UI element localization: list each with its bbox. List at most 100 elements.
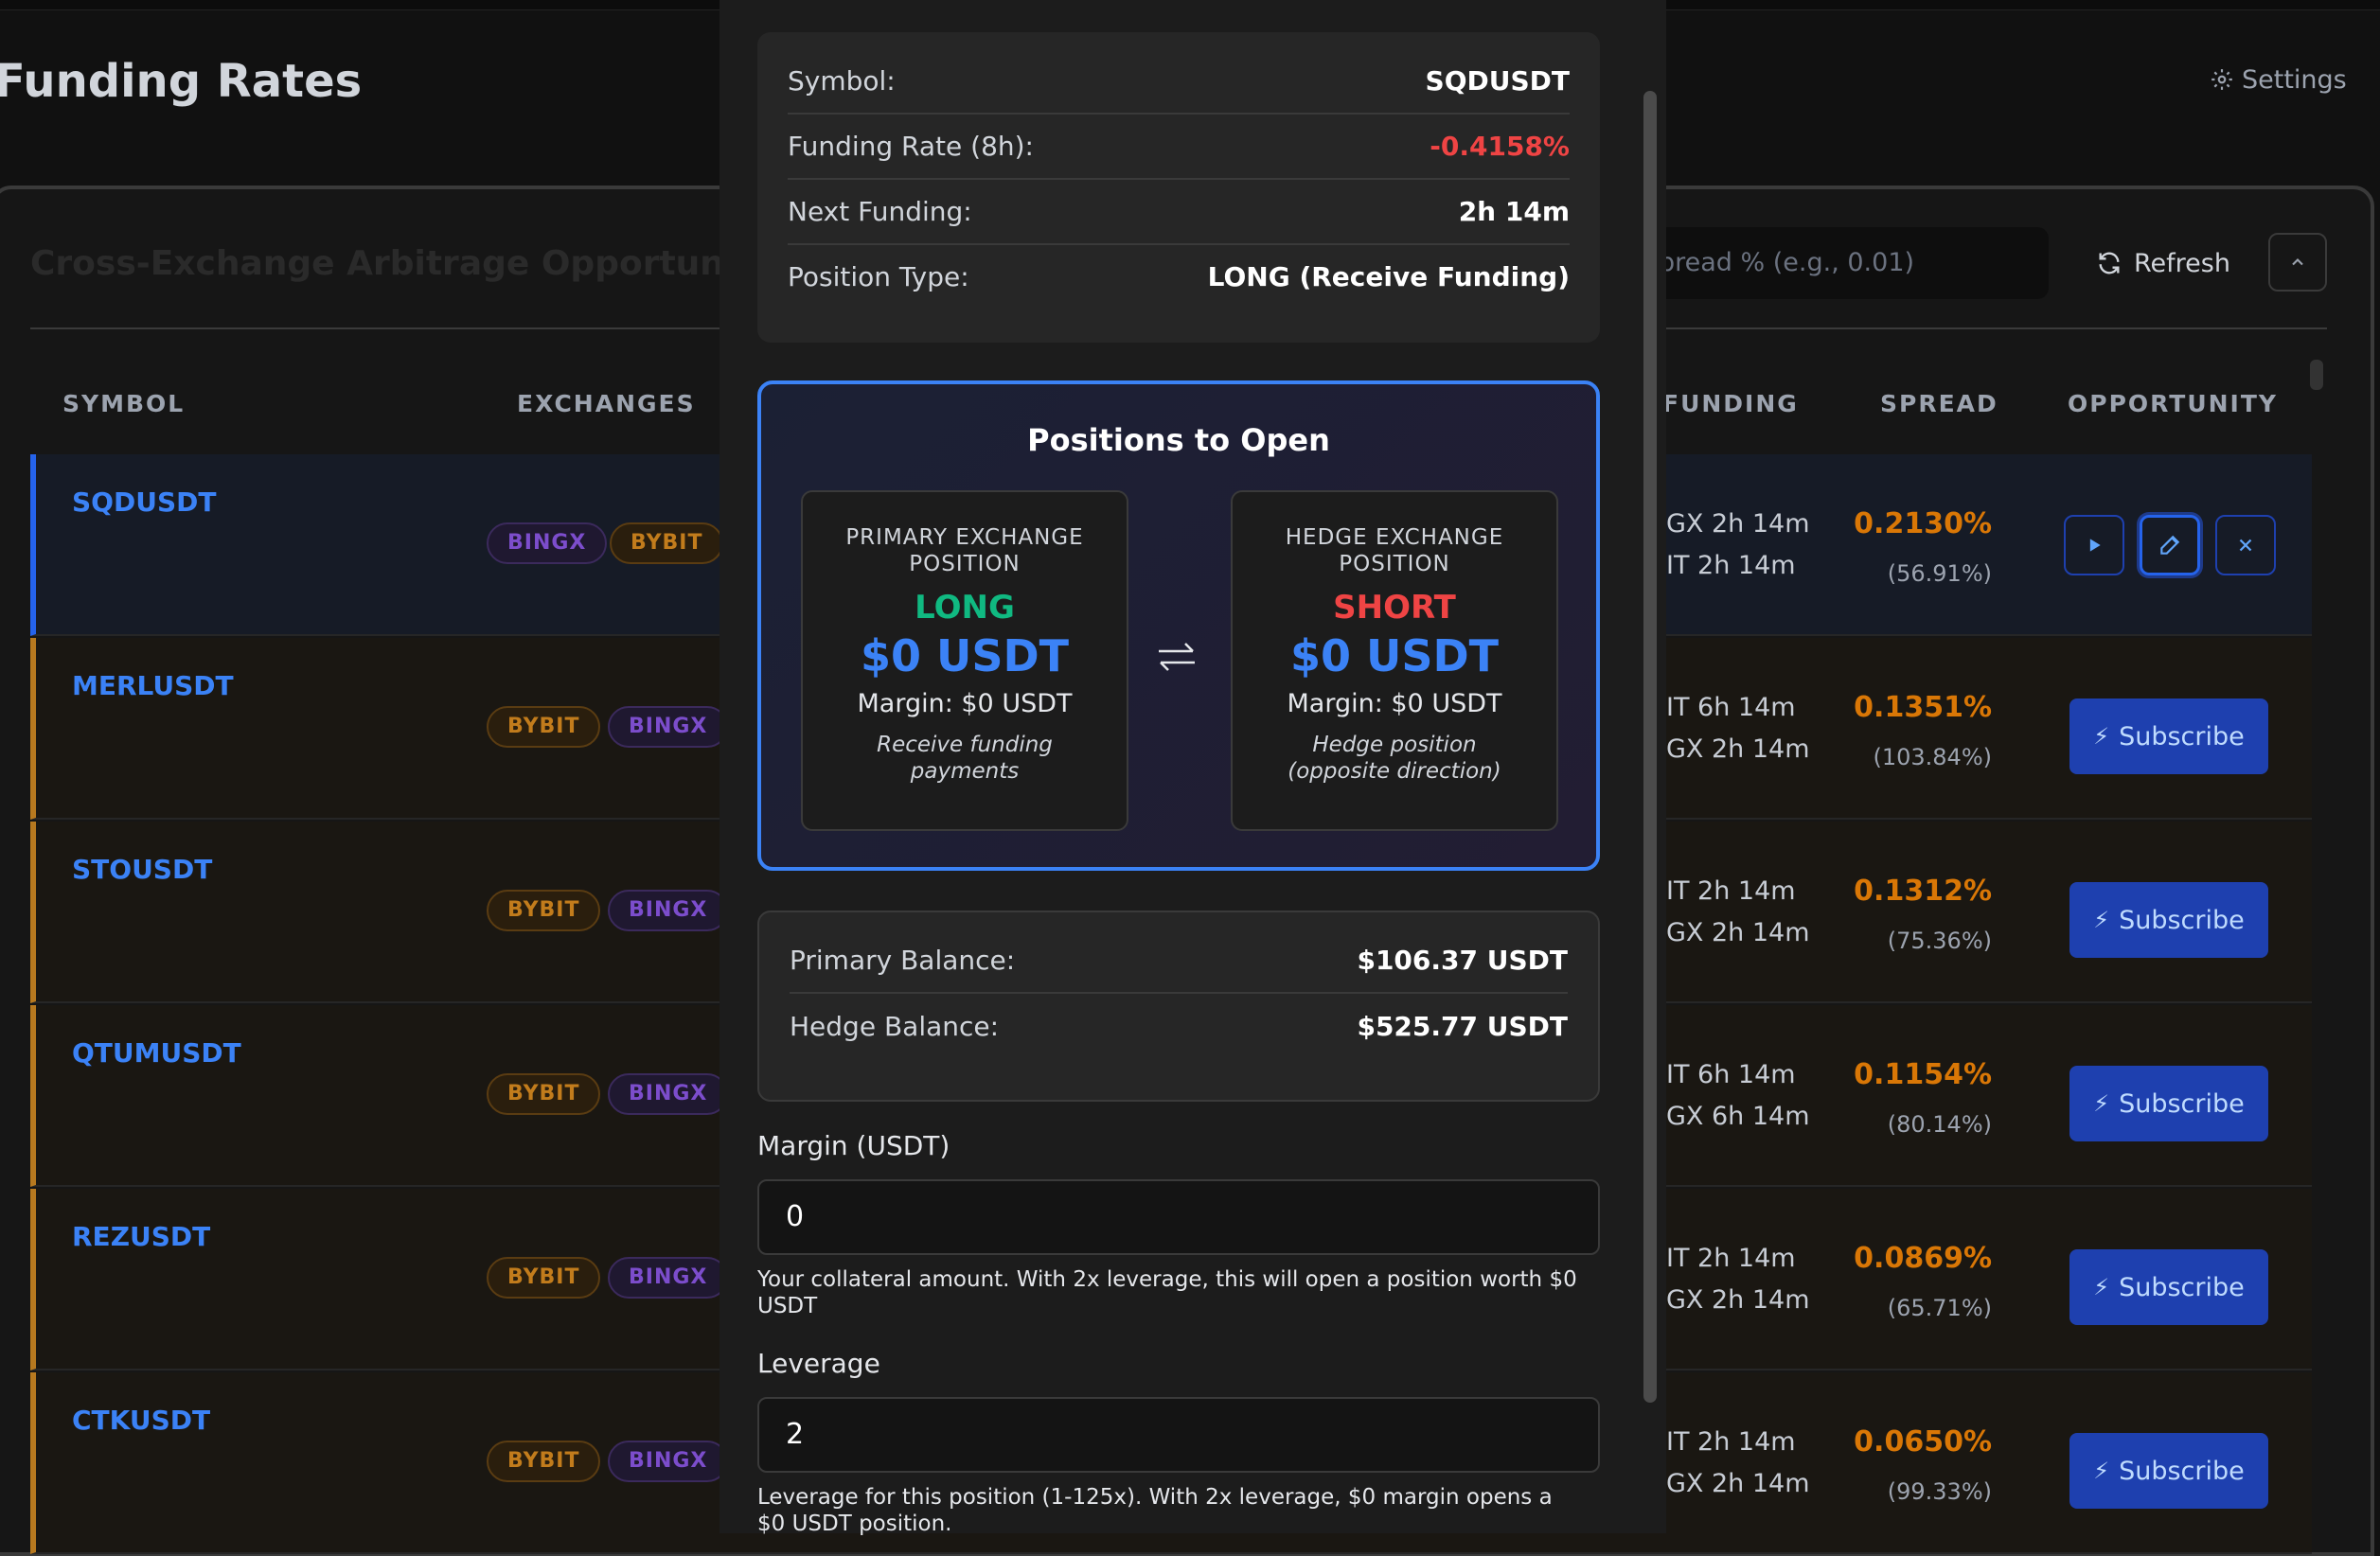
bolt-icon: ⚡ — [2093, 1458, 2110, 1484]
info-row-funding-rate: Funding Rate (8h): -0.4158% — [788, 115, 1570, 180]
info-row-symbol: Symbol: SQDUSDT — [788, 49, 1570, 115]
info-label: Position Type: — [788, 261, 969, 292]
column-funding[interactable]: FUNDING — [1662, 390, 1799, 417]
unsubscribe-button[interactable] — [2215, 515, 2276, 575]
margin-input[interactable]: 0 — [757, 1179, 1600, 1255]
subscribe-label: Subscribe — [2119, 1088, 2245, 1119]
info-label: Funding Rate (8h): — [788, 131, 1034, 162]
balance-row-hedge: Hedge Balance: $525.77 USDT — [790, 994, 1568, 1058]
subscribe-button[interactable]: ⚡ Subscribe — [2069, 1066, 2268, 1141]
subscribe-label: Subscribe — [2119, 905, 2245, 935]
leverage-input[interactable]: 2 — [757, 1397, 1600, 1473]
panel-title: Cross-Exchange Arbitrage Opportunities — [30, 244, 808, 283]
balance-label: Primary Balance: — [790, 944, 1016, 976]
start-button[interactable] — [2064, 515, 2124, 575]
spread-value: 0.1312% — [1854, 875, 1992, 908]
table-scrollbar[interactable] — [2310, 360, 2323, 390]
hedge-margin: Margin: $0 USDT — [1287, 689, 1502, 718]
spread-filter-input[interactable]: pread % (e.g., 0.01) — [1647, 227, 2049, 299]
column-spread[interactable]: SPREAD — [1880, 390, 1998, 417]
exchange-badge: BYBIT — [487, 1441, 601, 1482]
hedge-direction: SHORT — [1333, 589, 1456, 627]
primary-position-card: PRIMARY EXCHANGE POSITION LONG $0 USDT M… — [801, 490, 1128, 831]
subscribe-label: Subscribe — [2119, 1272, 2245, 1302]
info-value: -0.4158% — [1430, 131, 1570, 162]
primary-margin: Margin: $0 USDT — [857, 689, 1073, 718]
spread-percent: (56.91%) — [1887, 560, 1992, 587]
chevron-up-icon — [2292, 258, 2303, 266]
subscribe-button[interactable]: ⚡ Subscribe — [2069, 698, 2268, 774]
exchange-badge: BYBIT — [487, 706, 601, 748]
gear-icon — [2211, 69, 2232, 90]
symbol-link[interactable]: CTKUSDT — [72, 1405, 210, 1436]
bolt-icon: ⚡ — [2093, 1090, 2110, 1117]
position-info-card: Symbol: SQDUSDT Funding Rate (8h): -0.41… — [757, 32, 1600, 343]
info-label: Symbol: — [788, 65, 896, 97]
exchange-badge: BINGX — [608, 1073, 729, 1115]
edit-button[interactable] — [2140, 515, 2200, 575]
balance-label: Hedge Balance: — [790, 1010, 1000, 1042]
subscribe-button[interactable]: ⚡ Subscribe — [2069, 1433, 2268, 1509]
exchange-badge: BINGX — [487, 522, 608, 564]
exchange-badge: BINGX — [608, 706, 729, 748]
refresh-button[interactable]: Refresh — [2083, 227, 2253, 299]
hedge-note: Hedge position (opposite direction) — [1288, 733, 1501, 784]
page-title: Funding Rates — [0, 55, 363, 108]
exchange-badge: BYBIT — [487, 890, 601, 931]
info-value: LONG (Receive Funding) — [1207, 261, 1570, 292]
spread-percent: (75.36%) — [1887, 928, 1992, 954]
column-opportunity[interactable]: OPPORTUNITY — [2068, 390, 2278, 417]
column-symbol[interactable]: SYMBOL — [62, 390, 185, 417]
spread-percent: (80.14%) — [1887, 1111, 1992, 1138]
exchange-badge: BYBIT — [487, 1257, 601, 1299]
info-value: 2h 14m — [1458, 196, 1570, 227]
hedge-heading: HEDGE EXCHANGE POSITION — [1285, 525, 1504, 576]
close-icon — [2239, 539, 2252, 552]
exchange-badge: BINGX — [608, 1441, 729, 1482]
margin-help: Your collateral amount. With 2x leverage… — [757, 1267, 1577, 1318]
symbol-link[interactable]: QTUMUSDT — [72, 1037, 241, 1069]
refresh-label: Refresh — [2134, 248, 2230, 278]
bolt-icon: ⚡ — [2093, 1274, 2110, 1300]
leverage-label: Leverage — [757, 1348, 880, 1379]
refresh-icon — [2099, 252, 2120, 274]
spread-value: 0.2130% — [1854, 507, 1992, 540]
symbol-link[interactable]: REZUSDT — [72, 1221, 210, 1252]
modal-scrollbar[interactable] — [1643, 91, 1657, 1403]
play-icon — [2089, 539, 2101, 552]
hedge-position-card: HEDGE EXCHANGE POSITION SHORT $0 USDT Ma… — [1231, 490, 1558, 831]
settings-button[interactable]: Settings — [2210, 59, 2380, 100]
exchange-badge: BYBIT — [610, 522, 724, 564]
subscribe-button[interactable]: ⚡ Subscribe — [2069, 1249, 2268, 1325]
info-row-position-type: Position Type: LONG (Receive Funding) — [788, 245, 1570, 309]
leverage-help: Leverage for this position (1-125x). Wit… — [757, 1485, 1553, 1536]
balance-row-primary: Primary Balance: $106.37 USDT — [790, 928, 1568, 994]
primary-heading: PRIMARY EXCHANGE POSITION — [845, 525, 1084, 576]
column-exchanges[interactable]: EXCHANGES — [517, 390, 696, 417]
symbol-link[interactable]: STOUSDT — [72, 854, 212, 885]
subscribe-label: Subscribe — [2119, 721, 2245, 751]
exchange-badge: BINGX — [608, 890, 729, 931]
bolt-icon: ⚡ — [2093, 723, 2110, 750]
hedge-amount: $0 USDT — [1289, 630, 1500, 681]
info-label: Next Funding: — [788, 196, 972, 227]
primary-amount: $0 USDT — [860, 630, 1070, 681]
spread-value: 0.1154% — [1854, 1058, 1992, 1091]
collapse-button[interactable] — [2268, 233, 2327, 292]
exchange-badge: BYBIT — [487, 1073, 601, 1115]
spread-value: 0.0869% — [1854, 1242, 1992, 1275]
symbol-link[interactable]: MERLUSDT — [72, 670, 234, 701]
edit-icon — [2160, 535, 2180, 555]
primary-direction: LONG — [915, 589, 1015, 627]
primary-note: Receive funding payments — [877, 733, 1053, 784]
info-row-next-funding: Next Funding: 2h 14m — [788, 180, 1570, 245]
spread-percent: (65.71%) — [1887, 1295, 1992, 1321]
positions-to-open: Positions to Open PRIMARY EXCHANGE POSIT… — [757, 380, 1600, 871]
symbol-link[interactable]: SQDUSDT — [72, 486, 216, 518]
balance-card: Primary Balance: $106.37 USDT Hedge Bala… — [757, 911, 1600, 1102]
subscribe-label: Subscribe — [2119, 1456, 2245, 1486]
spread-percent: (103.84%) — [1873, 744, 1992, 770]
balance-value: $106.37 USDT — [1357, 944, 1568, 976]
subscribe-button[interactable]: ⚡ Subscribe — [2069, 882, 2268, 958]
spread-value: 0.1351% — [1854, 691, 1992, 724]
